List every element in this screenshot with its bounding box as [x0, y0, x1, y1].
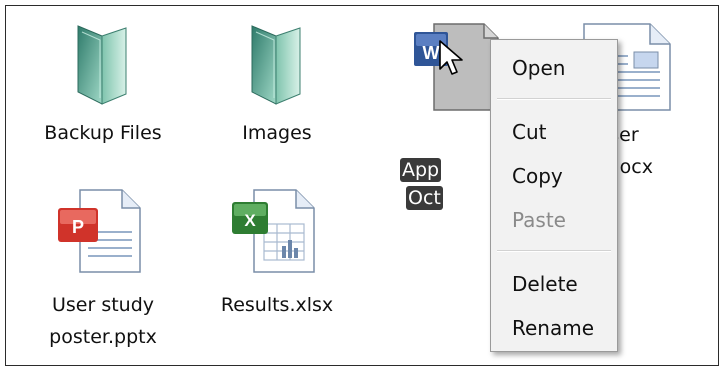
file-name: Results.xlsx — [220, 294, 334, 316]
menu-separator — [497, 250, 611, 252]
file-item-images[interactable]: Images — [202, 16, 352, 166]
menu-item-open[interactable]: Open — [493, 48, 615, 88]
menu-item-delete[interactable]: Delete — [493, 264, 615, 304]
selected-file-name-line-2: Oct — [406, 186, 443, 210]
mouse-pointer-icon — [439, 40, 463, 75]
file-browser-pane: Backup Files Images P User study poster.… — [5, 5, 719, 366]
file-name: Images — [242, 122, 312, 144]
file-name-line-2: poster.pptx — [49, 326, 157, 348]
file-name: Backup Files — [44, 122, 162, 144]
menu-item-paste: Paste — [512, 208, 566, 232]
svg-text:P: P — [72, 217, 84, 237]
context-menu: Open Cut Copy Paste Delete Rename — [490, 39, 618, 352]
svg-text:X: X — [244, 211, 256, 230]
menu-separator — [497, 98, 611, 100]
menu-item-rename[interactable]: Rename — [493, 308, 615, 348]
folder-icon — [251, 25, 301, 105]
file-item-user-study-poster[interactable]: P User study poster.pptx — [28, 174, 178, 354]
file-item-backup-files[interactable]: Backup Files — [28, 16, 178, 166]
menu-item-copy[interactable]: Copy — [493, 156, 615, 196]
powerpoint-file-icon: P — [58, 189, 141, 273]
selected-file-name-line-1: App — [400, 158, 442, 182]
svg-text:W: W — [423, 43, 440, 63]
menu-item-cut[interactable]: Cut — [493, 112, 615, 152]
folder-icon — [77, 25, 127, 105]
excel-file-icon: X — [232, 189, 315, 273]
file-name-line-1: User study — [51, 294, 155, 316]
file-item-results[interactable]: X Results.xlsx — [202, 174, 352, 324]
